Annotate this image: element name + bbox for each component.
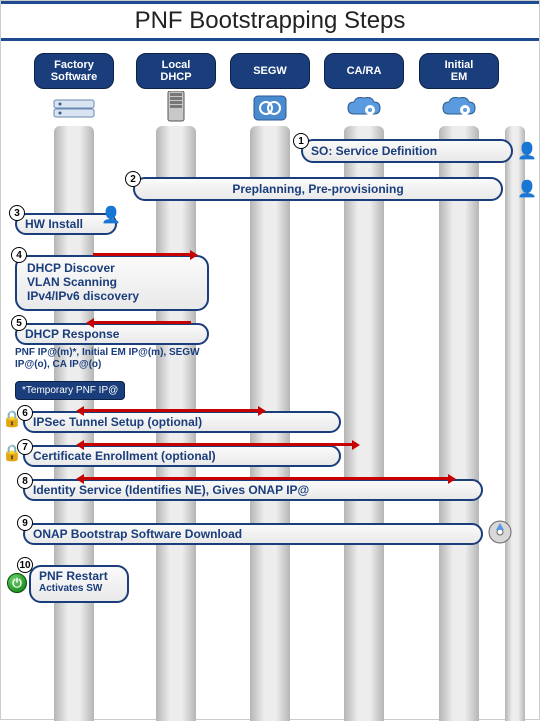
step-number-3: 3 [9, 205, 25, 221]
cloud-gear-icon-2 [437, 93, 481, 123]
step-number-6: 6 [17, 405, 33, 421]
column-em [439, 126, 479, 721]
header-segw: SEGW [230, 53, 310, 89]
column-extra [505, 126, 525, 721]
step-number-10: 10 [17, 557, 33, 573]
diagram-area: Factory Software Local DHCP SEGW CA/RA I… [1, 41, 539, 721]
step-dhcp-discover: DHCP Discover VLAN Scanning IPv4/IPv6 di… [15, 255, 209, 311]
loop-icon [248, 93, 292, 123]
arrow-5 [93, 321, 191, 324]
step4-line3: IPv4/IPv6 discovery [27, 289, 197, 303]
server-icon [154, 93, 198, 123]
step-bootstrap-dl: ONAP Bootstrap Software Download [23, 523, 483, 545]
column-cara [344, 126, 384, 721]
step-preplanning: Preplanning, Pre-provisioning [133, 177, 503, 201]
header-em: Initial EM [419, 53, 499, 89]
cloud-gear-icon [342, 93, 386, 123]
step5-subtext: PNF IP@(m)*, Initial EM IP@(m), SEGW IP@… [15, 347, 215, 371]
step-dhcp-response: DHCP Response [15, 323, 209, 345]
step-identity: Identity Service (Identifies NE), Gives … [23, 479, 483, 501]
power-icon: ⏻ [7, 573, 27, 593]
person-icon-green-2: 👤 [517, 179, 537, 199]
header-dhcp: Local DHCP [136, 53, 216, 89]
header-factory: Factory Software [34, 53, 114, 89]
page-title: PNF Bootstrapping Steps [1, 1, 539, 41]
step-number-7: 7 [17, 439, 33, 455]
step10-line2: Activates SW [39, 583, 119, 594]
step-number-8: 8 [17, 473, 33, 489]
person-icon-green-1: 👤 [517, 141, 537, 161]
step4-line1: DHCP Discover [27, 261, 197, 275]
step-number-4: 4 [11, 247, 27, 263]
arrow-7 [83, 443, 353, 446]
step-restart: PNF Restart Activates SW [29, 565, 129, 603]
arrow-4 [93, 253, 191, 256]
equipment-icon [52, 93, 96, 123]
step-number-2: 2 [125, 171, 141, 187]
step4-line2: VLAN Scanning [27, 275, 197, 289]
person-icon-gold: 👤 [101, 205, 121, 225]
disc-icon [487, 519, 513, 550]
step10-line1: PNF Restart [39, 569, 119, 583]
header-cara: CA/RA [324, 53, 404, 89]
temporary-ip-note: *Temporary PNF IP@ [15, 381, 125, 400]
step-number-1: 1 [293, 133, 309, 149]
arrow-6 [83, 409, 259, 412]
step-cert-enroll: Certificate Enrollment (optional) [23, 445, 341, 467]
step-number-9: 9 [17, 515, 33, 531]
step-so-definition: SO: Service Definition [301, 139, 513, 163]
step-number-5: 5 [11, 315, 27, 331]
arrow-8 [83, 477, 449, 480]
step-ipsec: IPSec Tunnel Setup (optional) [23, 411, 341, 433]
